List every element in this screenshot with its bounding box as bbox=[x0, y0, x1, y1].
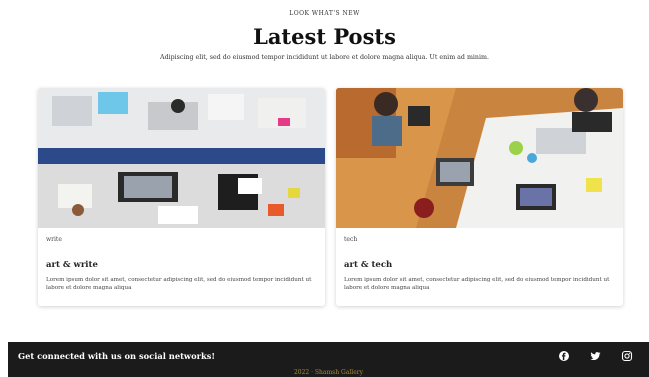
footer-bar: Get connected with us on social networks… bbox=[8, 342, 649, 377]
post-image-team-laptops[interactable] bbox=[336, 88, 623, 228]
section-subtitle: Adipiscing elit, sed do eiusmod tempor i… bbox=[160, 54, 489, 61]
post-title[interactable]: art & tech bbox=[344, 260, 392, 270]
instagram-icon[interactable] bbox=[621, 350, 633, 362]
facebook-icon[interactable] bbox=[558, 350, 570, 362]
post-title[interactable]: art & write bbox=[46, 260, 98, 270]
copyright-text: 2022 · Shamsh Gallery bbox=[293, 369, 364, 376]
twitter-icon[interactable] bbox=[589, 350, 601, 362]
post-image-desk-overhead[interactable] bbox=[38, 88, 325, 228]
post-card-write[interactable]: write art & write Lorem ipsum dolor sit … bbox=[38, 88, 325, 306]
post-excerpt: Lorem ipsum dolor sit amet, consectetur … bbox=[344, 277, 610, 291]
post-tag: write bbox=[46, 236, 62, 243]
post-excerpt: Lorem ipsum dolor sit amet, consectetur … bbox=[46, 277, 312, 291]
post-card-tech[interactable]: tech art & tech Lorem ipsum dolor sit am… bbox=[336, 88, 623, 306]
social-cta-text: Get connected with us on social networks… bbox=[18, 351, 216, 361]
post-tag: tech bbox=[344, 236, 358, 243]
page-title: Latest Posts bbox=[253, 24, 396, 49]
section-eyebrow: LOOK WHAT'S NEW bbox=[289, 10, 360, 17]
